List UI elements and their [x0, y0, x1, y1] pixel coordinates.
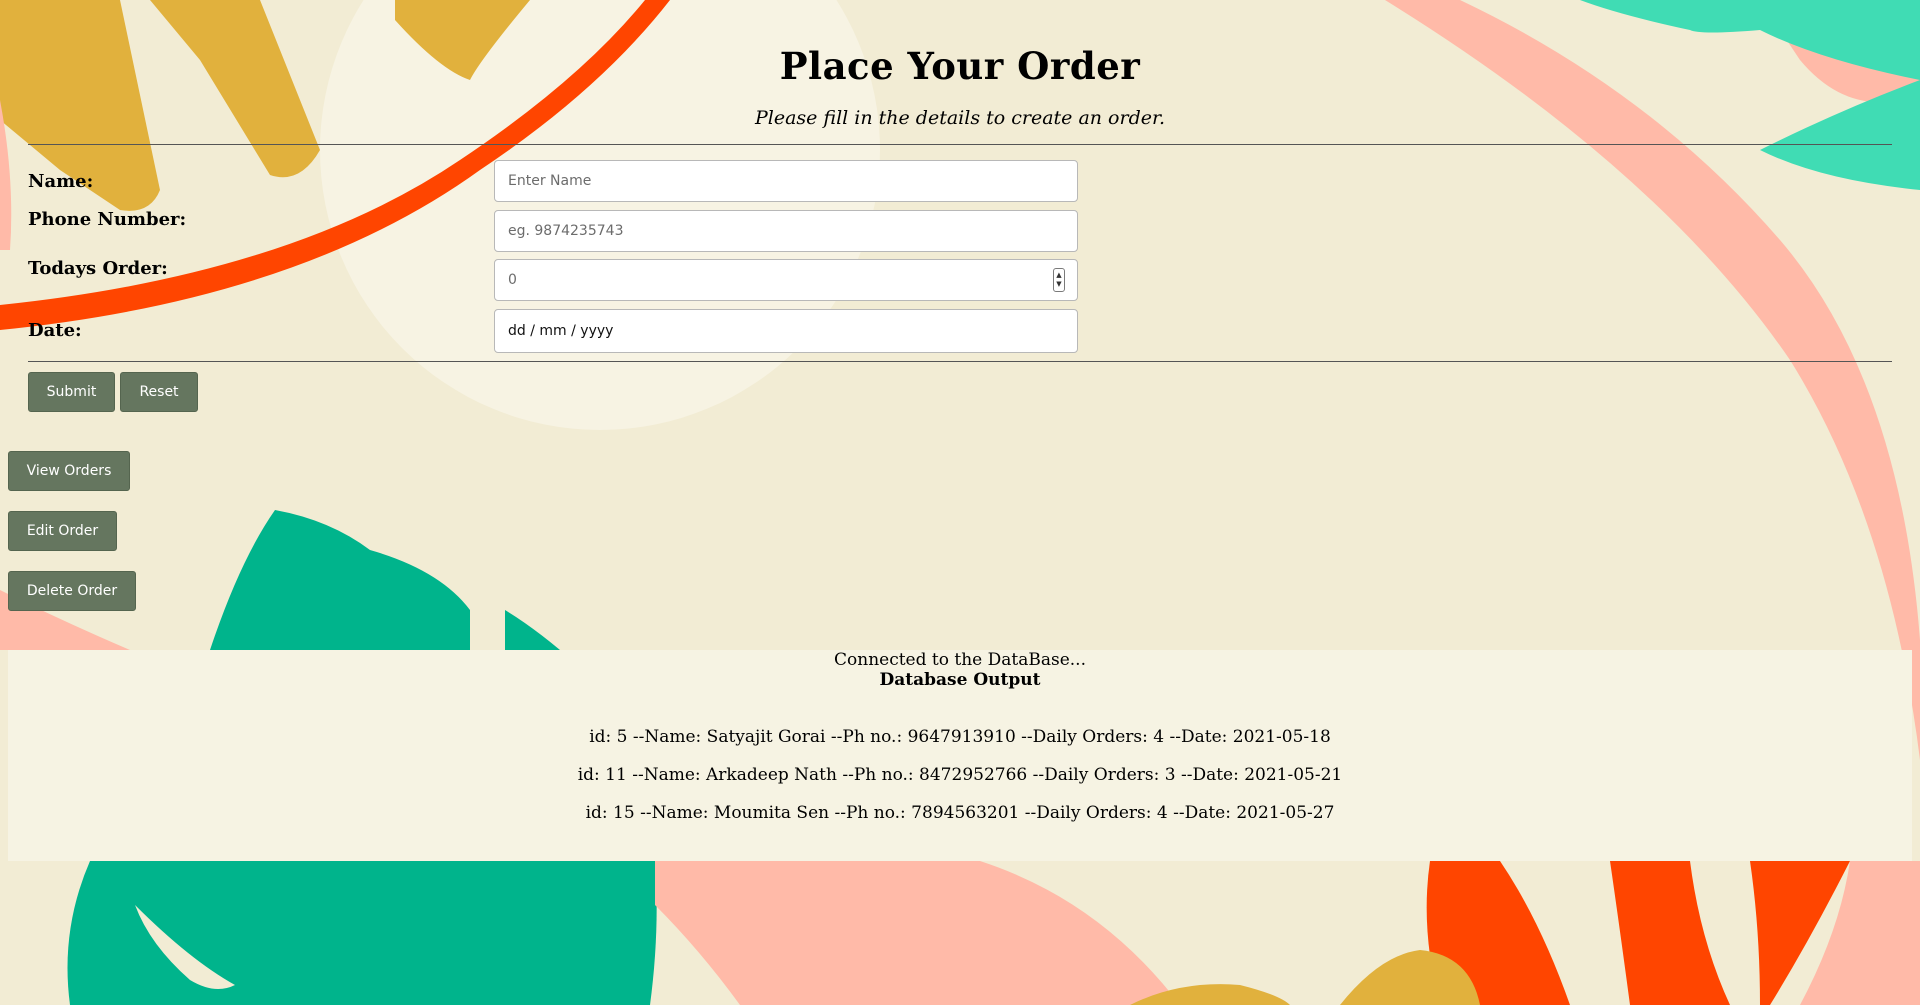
number-spinner[interactable]: ▲ ▼ [1053, 268, 1065, 292]
date-label: Date: [28, 320, 82, 341]
name-input[interactable]: Enter Name [494, 160, 1078, 202]
database-output-panel: Connected to the DataBase... Database Ou… [8, 650, 1912, 861]
order-quantity-value: 0 [508, 272, 517, 288]
connection-status: Connected to the DataBase... [834, 650, 1086, 670]
order-page: Place Your Order Please fill in the deta… [0, 0, 1920, 1005]
date-input[interactable]: dd / mm / yyyy [494, 309, 1078, 353]
phone-placeholder: eg. 9874235743 [508, 223, 624, 239]
page-subtitle: Please fill in the details to create an … [754, 107, 1166, 129]
spinner-down-icon[interactable]: ▼ [1056, 280, 1061, 289]
submit-button[interactable]: Submit [28, 372, 115, 412]
view-orders-button[interactable]: View Orders [8, 451, 130, 491]
name-placeholder: Enter Name [508, 173, 592, 189]
reset-button[interactable]: Reset [120, 372, 198, 412]
output-row: id: 15 --Name: Moumita Sen --Ph no.: 789… [585, 803, 1335, 823]
phone-input[interactable]: eg. 9874235743 [494, 210, 1078, 252]
phone-label: Phone Number: [28, 209, 187, 230]
output-row: id: 11 --Name: Arkadeep Nath --Ph no.: 8… [577, 765, 1343, 785]
bottom-divider [28, 361, 1892, 362]
order-label: Todays Order: [28, 258, 168, 279]
top-divider [28, 144, 1892, 145]
output-row: id: 5 --Name: Satyajit Gorai --Ph no.: 9… [589, 727, 1331, 747]
delete-order-button[interactable]: Delete Order [8, 571, 136, 611]
date-placeholder: dd / mm / yyyy [508, 323, 614, 339]
order-quantity-input[interactable]: 0 ▲ ▼ [494, 259, 1078, 301]
name-label: Name: [28, 171, 94, 192]
spinner-up-icon[interactable]: ▲ [1056, 271, 1061, 280]
edit-order-button[interactable]: Edit Order [8, 511, 117, 551]
page-title: Place Your Order [779, 44, 1141, 88]
output-heading: Database Output [879, 670, 1041, 690]
